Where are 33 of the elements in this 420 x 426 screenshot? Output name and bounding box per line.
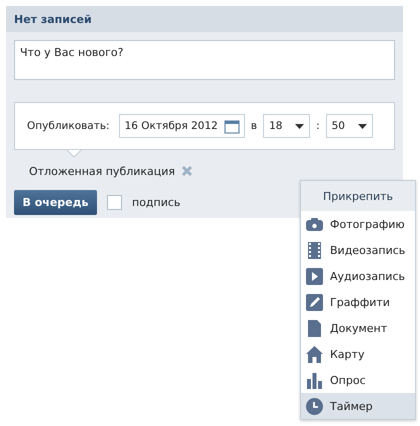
minute-dropdown[interactable]: 50 [326,114,373,138]
close-icon[interactable] [181,165,194,177]
signature-label: подпись [132,196,180,209]
house-icon [306,346,323,362]
clock-icon [306,398,323,414]
deferred-publication-label: Отложенная публикация [29,164,176,178]
attach-menu-item[interactable]: Фотографию [301,211,415,237]
film-icon [306,242,323,258]
date-field[interactable]: 16 Октября 2012 [118,114,245,138]
time-separator: : [315,120,321,132]
attach-menu-item[interactable]: Документ [301,315,415,341]
attach-menu-item[interactable]: Карту [301,341,415,367]
document-icon [306,320,323,336]
pencil-icon [306,294,323,310]
panel-title: Нет записей [14,12,92,26]
queue-button[interactable]: В очередь [14,190,97,215]
signature-checkbox[interactable] [107,195,122,210]
attach-menu-item[interactable]: Опрос [301,367,415,393]
camera-icon [306,216,323,232]
attach-menu-item[interactable]: Таймер [301,393,415,419]
publish-label: Опубликовать: [27,120,110,132]
attach-menu-item[interactable]: Граффити [301,289,415,315]
caret-icon [295,124,304,128]
attach-menu-item[interactable]: Видеозапись [301,237,415,263]
calendar-icon[interactable] [224,118,240,134]
attach-menu-item[interactable]: Аудиозапись [301,263,415,289]
at-label: в [250,120,258,132]
post-input-field[interactable]: Что у Вас нового? [14,40,395,80]
play-icon [306,268,323,284]
attach-menu-title: Прикрепить [301,181,415,211]
bar-chart-icon [306,372,323,388]
hour-dropdown[interactable]: 18 [263,114,310,138]
caret-icon [358,124,367,128]
